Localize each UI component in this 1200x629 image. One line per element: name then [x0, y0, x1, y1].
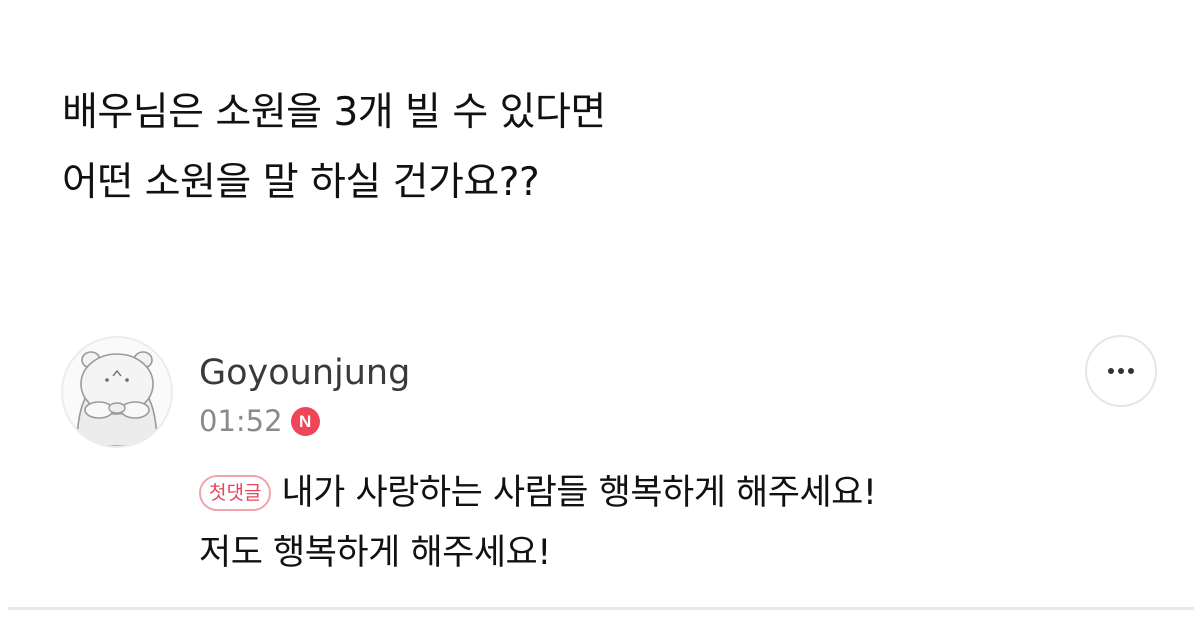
- comment-username[interactable]: Goyounjung: [199, 350, 410, 396]
- ellipsis-icon: [1108, 368, 1134, 374]
- divider: [8, 607, 1194, 610]
- comment-body: 첫댓글 내가 사랑하는 사람들 행복하게 해주세요! 저도 행복하게 해주세요!: [199, 463, 877, 583]
- question-line-2: 어떤 소원을 말 하실 건가요??: [62, 160, 540, 205]
- comment-text-line-2: 저도 행복하게 해주세요!: [199, 533, 551, 573]
- first-comment-badge: 첫댓글: [199, 475, 272, 511]
- avatar[interactable]: [61, 336, 173, 448]
- more-options-button[interactable]: [1085, 335, 1157, 407]
- comment-line-2: 저도 행복하게 해주세요!: [199, 523, 876, 583]
- hamster-avatar-icon: [76, 351, 158, 446]
- question-line-1: 배우님은 소원을 3개 빌 수 있다면: [62, 90, 606, 135]
- comment-time: 01:52: [199, 404, 283, 438]
- comment-text-line-1: 내가 사랑하는 사람들 행복하게 해주세요!: [281, 473, 877, 513]
- comment-meta: 01:52 N: [199, 401, 320, 441]
- post-question: 배우님은 소원을 3개 빌 수 있다면 어떤 소원을 말 하실 건가요??: [62, 78, 606, 218]
- new-badge: N: [290, 406, 320, 436]
- comment-line-1: 첫댓글 내가 사랑하는 사람들 행복하게 해주세요!: [199, 463, 877, 523]
